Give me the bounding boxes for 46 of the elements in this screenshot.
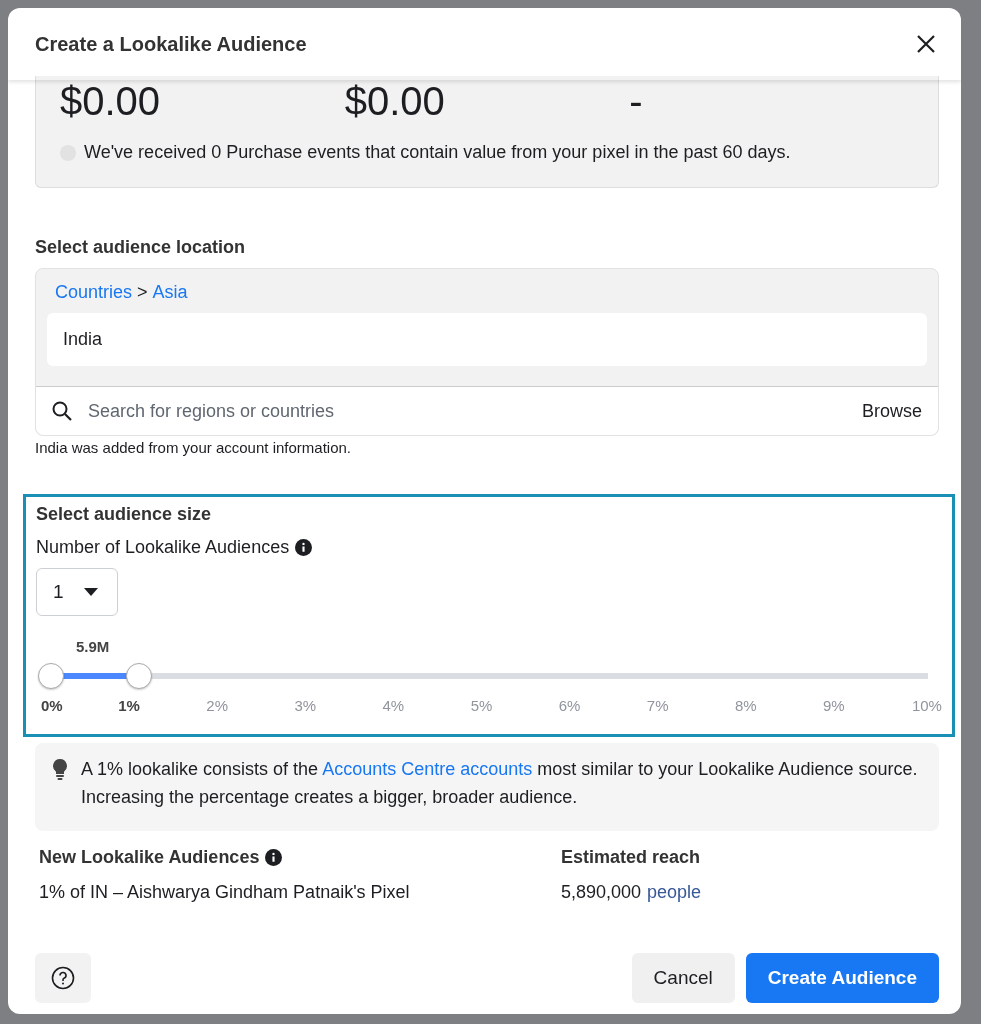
pixel-note: We've received 0 Purchase events that contain value from your pixel in the past 60 days. — [84, 142, 791, 163]
tick-label: 7% — [645, 697, 670, 714]
selected-location[interactable]: India — [47, 313, 927, 366]
lightbulb-icon — [51, 758, 69, 780]
create-button[interactable]: Create Audience — [745, 953, 939, 1003]
browse-button[interactable]: Browse — [861, 400, 922, 422]
tick-label: 4% — [381, 697, 406, 714]
tick-label: 8% — [733, 697, 758, 714]
help-icon — [51, 966, 75, 990]
search-icon — [52, 401, 72, 421]
tick-label: 3% — [293, 697, 318, 714]
caret-icon — [83, 588, 98, 596]
dialog-title: Create a Lookalike Audience — [35, 32, 307, 56]
tick-label: 9% — [822, 697, 846, 714]
tick-label: 2% — [205, 697, 230, 714]
reach-value: 5,890,000 — [561, 882, 642, 903]
tick-label: 5% — [469, 697, 494, 714]
audience-name: 1% of IN – Aishwarya Gindham Patnaik's Pixel — [39, 882, 411, 903]
section-heading: Select audience location — [35, 237, 247, 258]
accounts-link[interactable]: Accounts Centre accounts — [322, 759, 533, 779]
breadcrumb-link[interactable]: Asia — [152, 282, 188, 303]
breadcrumb-separator: > — [137, 282, 148, 303]
info-icon[interactable] — [265, 849, 283, 866]
breadcrumb-link[interactable]: Countries — [55, 282, 133, 303]
slider-handle[interactable] — [38, 663, 64, 689]
tick-label: 1% — [117, 697, 141, 714]
stat-value: $0.00 — [344, 78, 446, 124]
stat-value: $0.00 — [60, 78, 162, 124]
summary-label: New Lookalike Audiences — [39, 847, 260, 868]
info-icon[interactable] — [295, 539, 313, 556]
slider-reading: 5.9M — [76, 638, 111, 655]
search-field[interactable]: Search for regions or countries Browse — [36, 386, 938, 435]
help-button[interactable] — [35, 953, 91, 1003]
tick-label: 0% — [41, 697, 61, 714]
slider-handle[interactable] — [125, 663, 152, 689]
field-label: Number of Lookalike Audiences — [36, 537, 290, 558]
count-dropdown[interactable]: 1 — [36, 568, 118, 616]
summary-label: Estimated reach — [561, 847, 702, 868]
tick-label: 6% — [557, 697, 582, 714]
cancel-button[interactable]: Cancel — [631, 953, 735, 1003]
tick-label: 10% — [910, 697, 942, 714]
people-link[interactable]: people — [647, 882, 702, 903]
section-heading: Select audience size — [36, 504, 213, 525]
tip-text: A 1% lookalike consists of the Accounts Centre accounts most similar to your Lookalike Audience source. Increasing the percentage creates a bigger, broader audience. — [81, 758, 919, 809]
stat-value: - — [629, 78, 644, 124]
location-note: India was added from your account information. — [35, 439, 352, 456]
